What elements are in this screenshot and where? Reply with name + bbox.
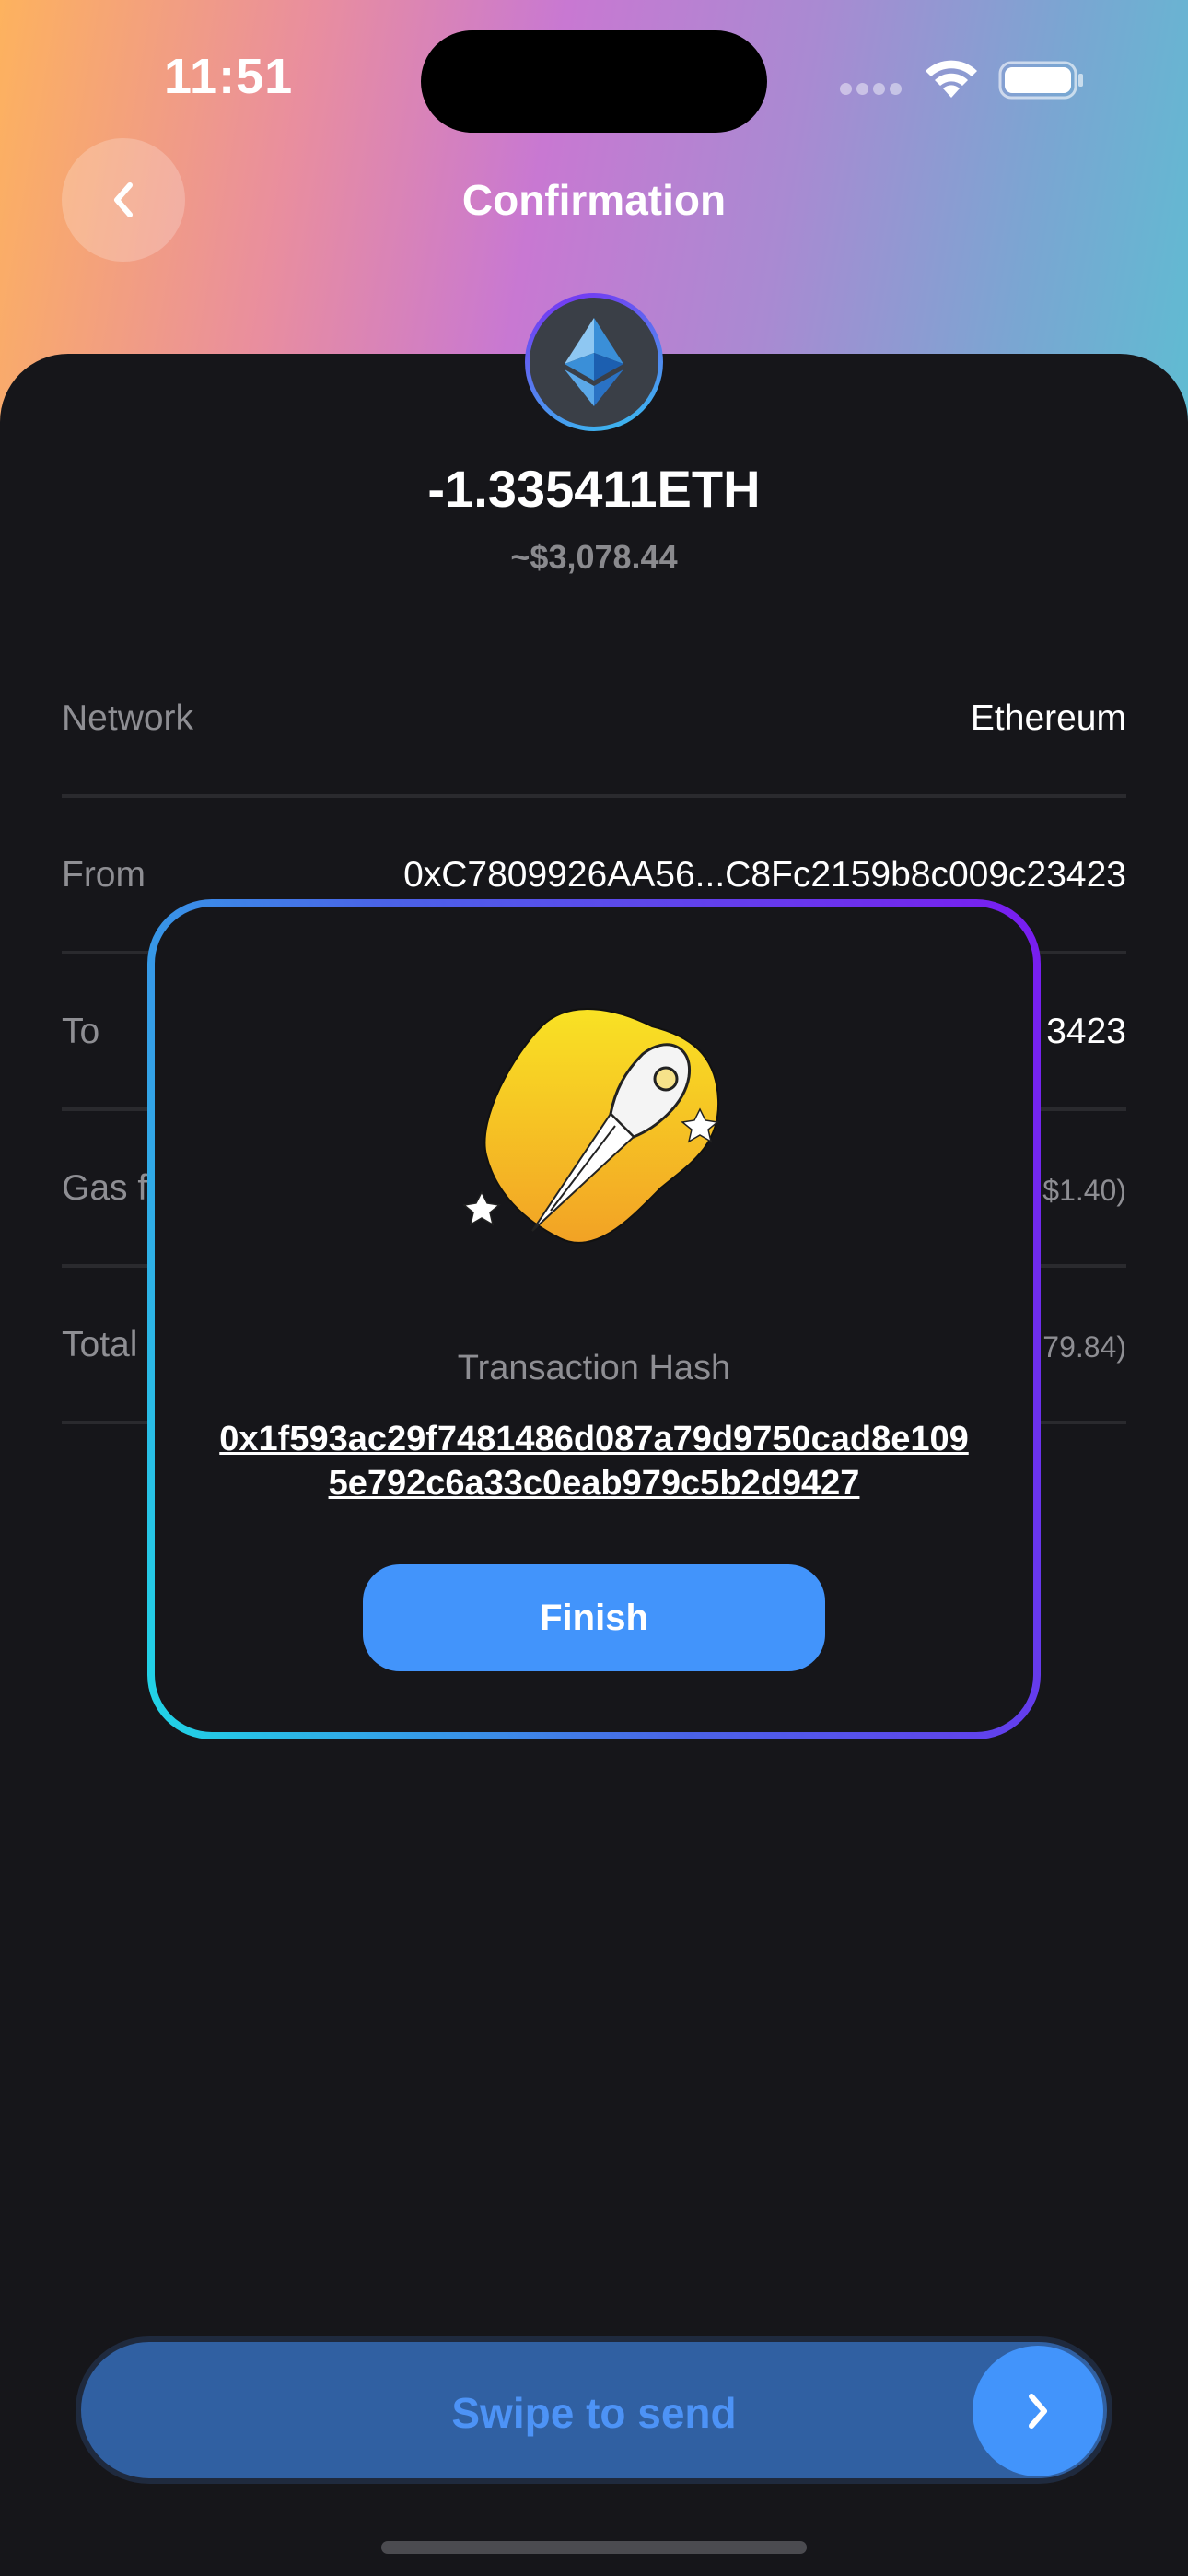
swipe-to-send-slider[interactable]: Swipe to send [76,2336,1112,2484]
detail-label: To [62,1012,100,1051]
transaction-hash-label: Transaction Hash [457,1349,731,1388]
detail-label: Network [62,698,194,738]
detail-label: Total [62,1325,138,1364]
detail-value: 3423 [1046,1012,1126,1051]
cellular-signal-icon [840,83,908,98]
swipe-knob[interactable] [973,2346,1103,2476]
status-bar-time: 11:51 [164,49,294,104]
rocket-illustration [462,1008,720,1244]
finish-button[interactable]: Finish [363,1564,825,1671]
transaction-success-modal: Transaction Hash 0x1f593ac29f7481486d087… [147,899,1041,1739]
swipe-label: Swipe to send [451,2389,737,2437]
detail-value: 0xC7809926AA56...C8Fc2159b8c009c23423 [403,855,1126,895]
detail-value: Ethereum [970,698,1126,738]
detail-value: $1.40) [1042,1174,1126,1207]
fiat-amount: ~$3,078.44 [510,538,678,576]
wifi-icon [926,60,977,98]
token-avatar [525,293,663,431]
page-title: Confirmation [461,176,727,224]
detail-value: 79.84) [1042,1330,1126,1364]
dynamic-island [421,30,767,133]
detail-label: From [62,855,146,895]
transaction-hash-link[interactable]: 0x1f593ac29f7481486d087a79d9750cad8e1095… [210,1417,978,1505]
transaction-amount: -1.335411ETH [427,460,761,518]
ethereum-icon [565,318,623,406]
detail-row-network: Network Ethereum [62,641,1126,798]
home-indicator [381,2541,807,2554]
chevron-right-icon [1029,2394,1047,2429]
battery-icon [998,61,1083,100]
